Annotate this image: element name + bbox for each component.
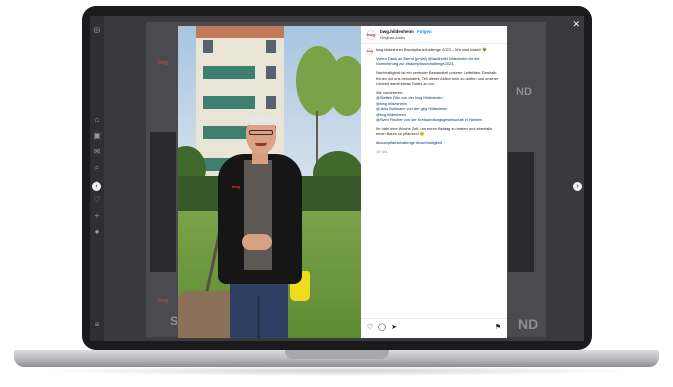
post-caption: bwg bwg.hildesheim Baumpflanzchallenge 2… <box>366 47 501 158</box>
search-icon[interactable]: ⌕ <box>93 164 101 172</box>
caption-hashtags[interactable]: #baumpflanzchallenge #nachhaltigkeit <box>376 140 501 145</box>
caption-line: bwg.hildesheim Baumpflanzchallenge 2023 … <box>376 47 487 52</box>
caption-line: Ihr habt eine Woche Zeit, um euren Beitr… <box>376 125 493 137</box>
caption-mention[interactable]: @Sven Fischer von der Kreissiedlungsgese… <box>376 117 501 122</box>
reels-icon[interactable]: ▣ <box>93 132 101 140</box>
chevron-right-icon[interactable]: › <box>573 182 582 191</box>
post-actions: ♡ ◯ ➤ ⚑ <box>361 318 507 338</box>
close-icon[interactable]: ✕ <box>572 20 580 29</box>
jacket-logo: bwg <box>232 184 240 189</box>
share-icon[interactable]: ➤ <box>390 324 398 332</box>
person-glasses <box>249 130 273 135</box>
feed-card-right <box>508 152 534 272</box>
caption-line: Vielen Dank an Bernd (privat) @landhotel… <box>376 55 480 67</box>
profile-icon[interactable]: ● <box>93 228 101 236</box>
post-photo: bwg <box>178 26 361 338</box>
post-header: bwg bwg.hildesheim Folgen Original-Audio <box>361 26 507 44</box>
post-audio-label[interactable]: Original-Audio <box>380 35 405 40</box>
create-icon[interactable]: + <box>93 212 101 220</box>
bookmark-icon[interactable]: ⚑ <box>494 324 502 332</box>
photo-roof <box>196 26 284 38</box>
follow-button[interactable]: Folgen <box>417 29 432 34</box>
laptop-shadow <box>40 366 635 376</box>
photo-window <box>266 96 276 109</box>
caption-line: Nachhaltigkeit ist ein zentraler Bestand… <box>376 70 499 87</box>
photo-window <box>266 40 276 53</box>
instagram-logo-icon[interactable]: ◎ <box>93 26 101 34</box>
feed-heading-right: ND <box>516 86 532 98</box>
heart-icon[interactable]: ♡ <box>366 324 374 332</box>
post-age: 10 Wo. <box>376 149 389 155</box>
avatar[interactable]: bwg <box>366 30 376 40</box>
notifications-icon[interactable]: ♡ <box>93 196 101 204</box>
feed-card-left <box>150 132 176 272</box>
photo-window <box>266 66 276 79</box>
photo-window <box>203 40 213 53</box>
feed-logo-2: bwg <box>158 298 168 304</box>
post-username[interactable]: bwg.hildesheim <box>380 29 414 34</box>
instagram-sidebar: ◎ ⌂ ▣ ✉ ⌕ ◈ ♡ + ● ≡ <box>90 16 104 341</box>
laptop-notch <box>285 350 389 359</box>
photo-balcony <box>203 66 255 79</box>
feed-heading-right-2: ND <box>518 316 539 332</box>
person-hair <box>246 114 276 125</box>
laptop-mockup: ◎ ⌂ ▣ ✉ ⌕ ◈ ♡ + ● ≡ bwg bwg ND ND S ✕ ‹ … <box>0 0 673 387</box>
person-mouth <box>255 143 267 146</box>
person-shirt <box>244 160 272 270</box>
photo-balcony <box>203 96 255 109</box>
chevron-left-icon[interactable]: ‹ <box>92 182 101 191</box>
feed-logo: bwg <box>158 60 168 66</box>
feed-heading-left: S <box>170 314 179 328</box>
laptop-screen: ◎ ⌂ ▣ ✉ ⌕ ◈ ♡ + ● ≡ bwg bwg ND ND S ✕ ‹ … <box>90 16 584 341</box>
home-icon[interactable]: ⌂ <box>93 116 101 124</box>
photo-tree <box>328 56 361 116</box>
person-hands <box>242 234 272 250</box>
menu-icon[interactable]: ≡ <box>93 321 101 329</box>
messages-icon[interactable]: ✉ <box>93 148 101 156</box>
caption-avatar[interactable]: bwg <box>366 48 373 55</box>
post-panel: bwg bwg.hildesheim Folgen Original-Audio… <box>361 26 507 338</box>
comment-icon[interactable]: ◯ <box>378 324 386 332</box>
person-legs-gap <box>257 296 260 338</box>
